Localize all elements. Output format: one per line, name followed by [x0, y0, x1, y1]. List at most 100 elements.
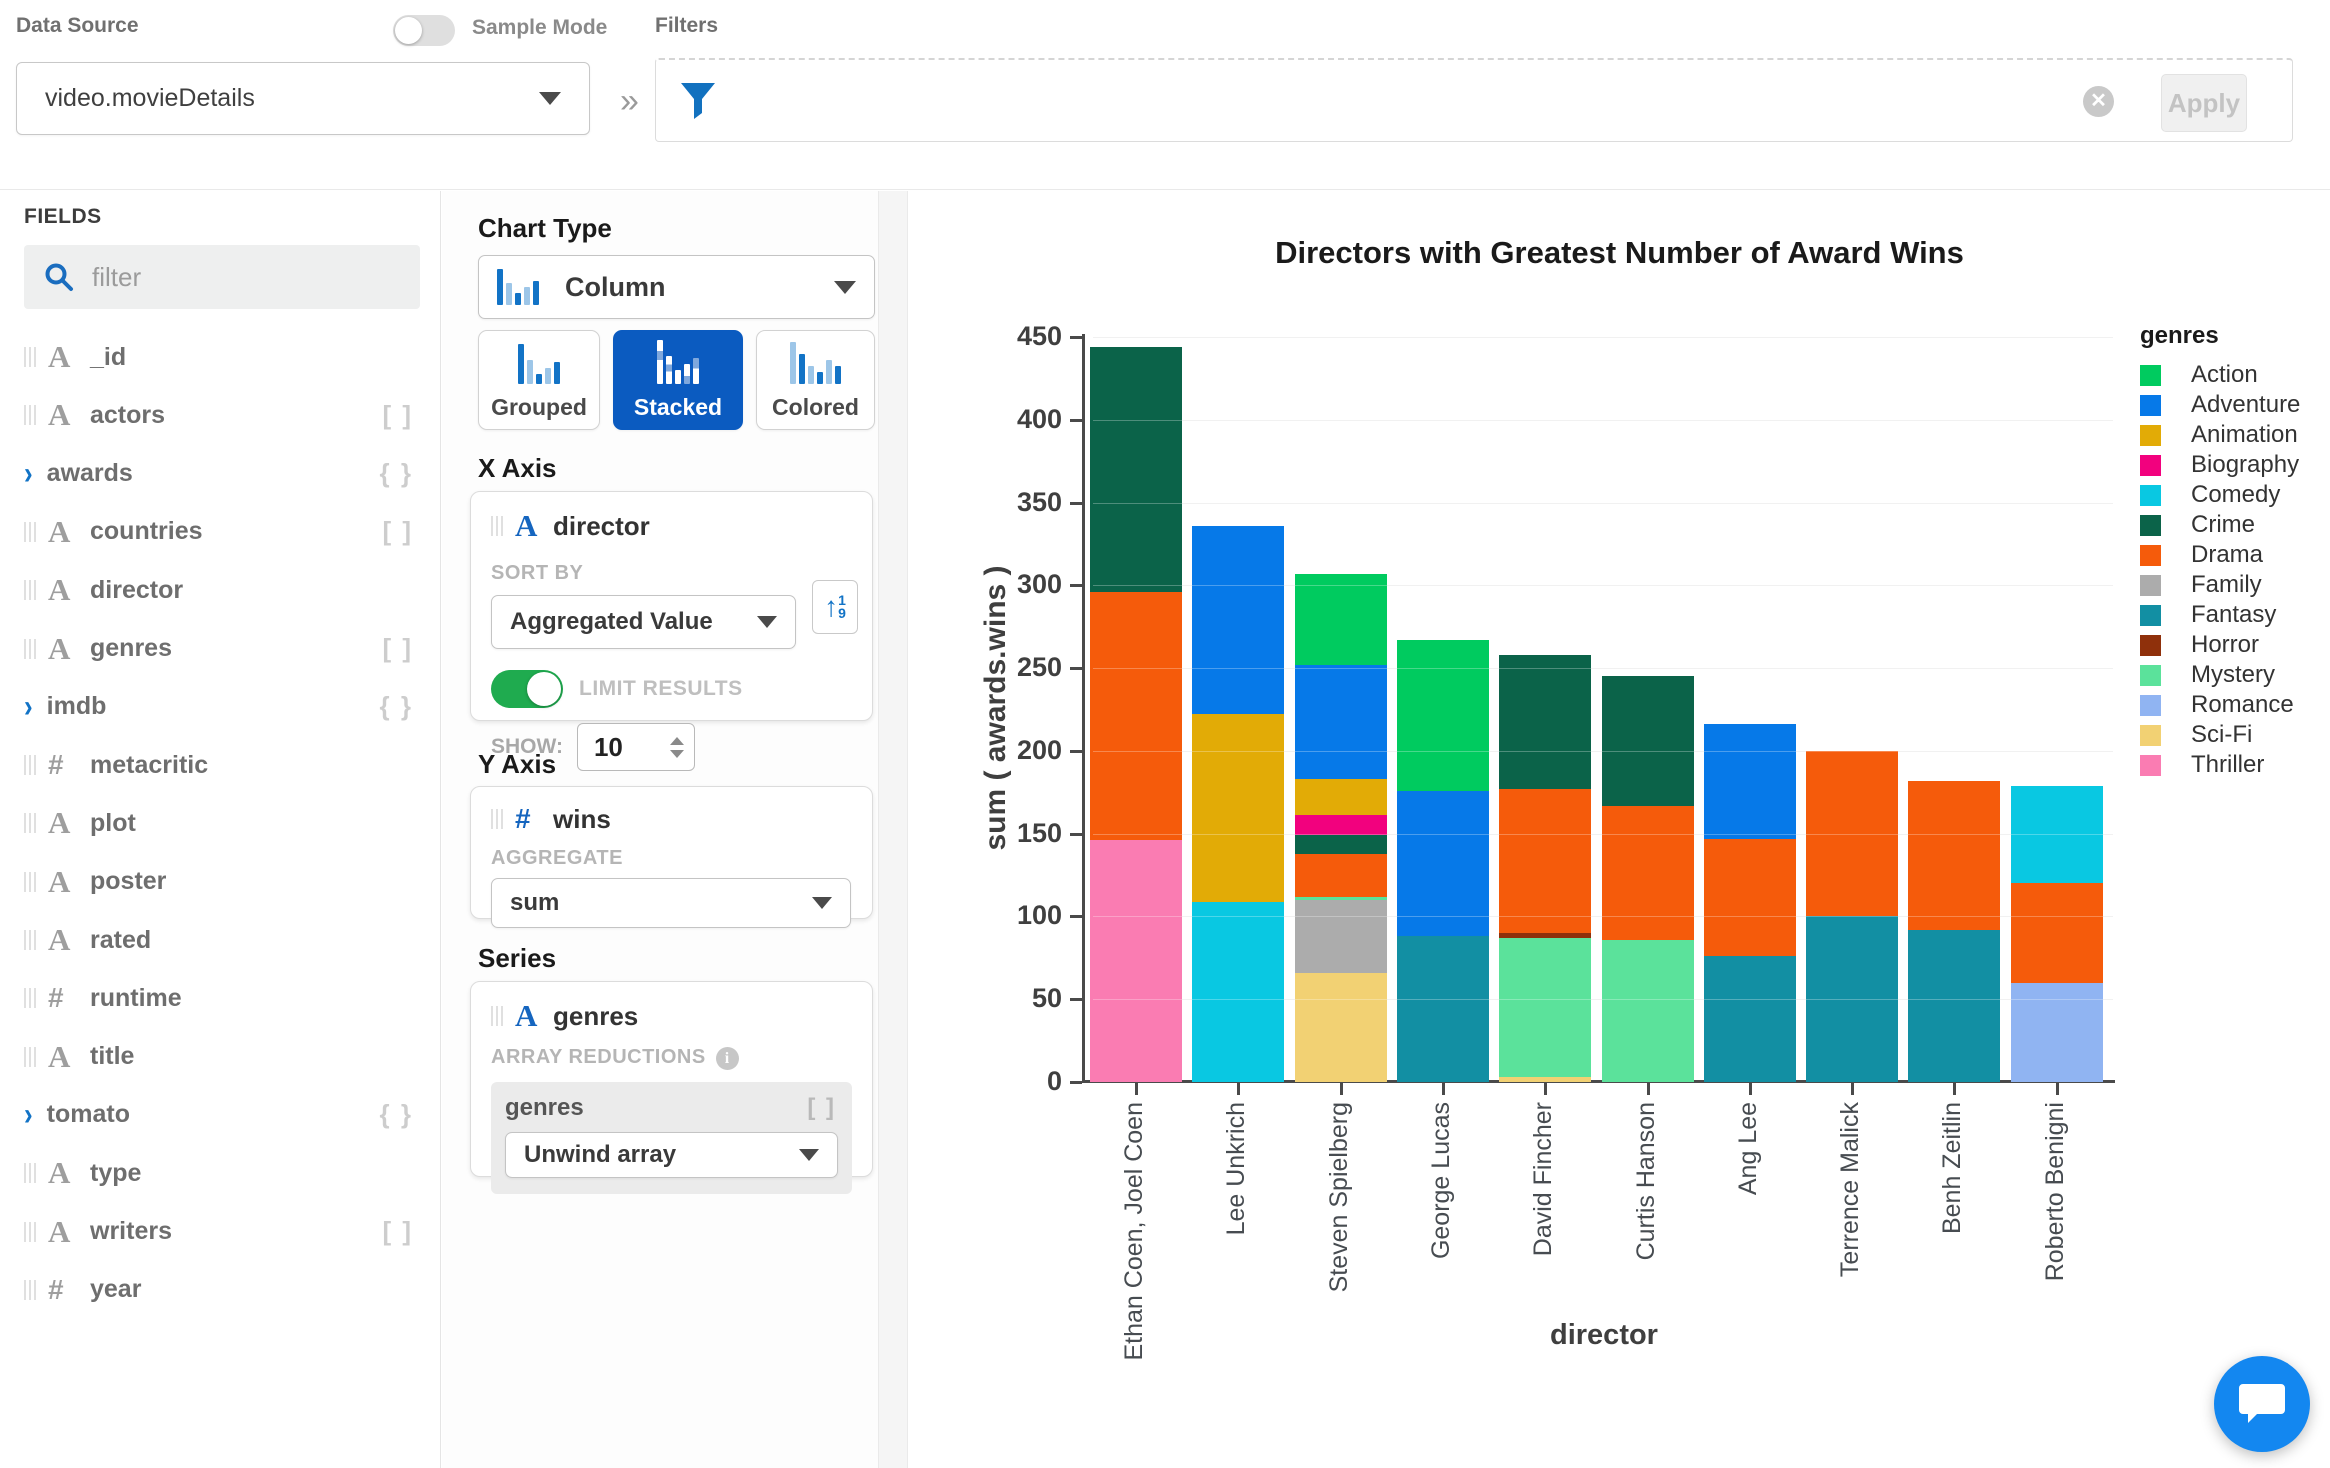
legend-item-Fantasy[interactable]: Fantasy — [2140, 600, 2300, 630]
expand-chevron-icon[interactable]: › — [24, 1096, 33, 1133]
drag-handle-icon[interactable] — [24, 872, 36, 892]
legend-item-Horror[interactable]: Horror — [2140, 630, 2300, 660]
field-row-imdb[interactable]: ›imdb{ } — [0, 678, 441, 736]
bar-segment-Fantasy[interactable] — [1397, 936, 1489, 1082]
bar-segment-Adventure[interactable] — [1295, 665, 1387, 779]
panel-scrollbar[interactable] — [878, 191, 908, 1468]
limit-results-toggle[interactable] — [491, 670, 563, 708]
bar-segment-Crime[interactable] — [1295, 835, 1387, 853]
clear-filters-close-icon[interactable]: ✕ — [2083, 86, 2114, 117]
field-row-type[interactable]: Atype — [0, 1144, 441, 1202]
field-row-awards[interactable]: ›awards{ } — [0, 445, 441, 503]
bar-Roberto Benigni[interactable] — [2011, 786, 2103, 1082]
bar-segment-Drama[interactable] — [1295, 854, 1387, 897]
legend-item-Romance[interactable]: Romance — [2140, 690, 2300, 720]
field-row-_id[interactable]: A_id — [0, 328, 441, 386]
filters-input-area[interactable]: ✕ Apply — [655, 58, 2293, 142]
variant-button-grouped[interactable]: Grouped — [478, 330, 600, 430]
legend-item-Comedy[interactable]: Comedy — [2140, 480, 2300, 510]
bar-segment-Family[interactable] — [1295, 900, 1387, 973]
bar-segment-Biography[interactable] — [1295, 815, 1387, 835]
bar-segment-Drama[interactable] — [1908, 781, 2000, 930]
expand-chevron-icon[interactable]: › — [24, 688, 33, 725]
series-field[interactable]: A genres — [491, 998, 852, 1034]
y-axis-field[interactable]: # wins — [491, 803, 852, 835]
legend-item-Crime[interactable]: Crime — [2140, 510, 2300, 540]
bar-segment-Comedy[interactable] — [1192, 902, 1284, 1082]
field-row-runtime[interactable]: #runtime — [0, 969, 441, 1027]
field-row-tomato[interactable]: ›tomato{ } — [0, 1086, 441, 1144]
field-row-year[interactable]: #year — [0, 1261, 441, 1319]
field-filter-input[interactable] — [92, 262, 372, 293]
drag-handle-icon[interactable] — [24, 347, 36, 367]
bar-Benh Zeitlin[interactable] — [1908, 781, 2000, 1082]
bar-segment-Thriller[interactable] — [1090, 840, 1182, 1082]
reduction-select[interactable]: Unwind array — [505, 1132, 838, 1178]
bar-segment-Action[interactable] — [1397, 640, 1489, 791]
legend-item-Action[interactable]: Action — [2140, 360, 2300, 390]
bar-segment-Action[interactable] — [1295, 574, 1387, 665]
bar-segment-Animation[interactable] — [1295, 779, 1387, 815]
data-source-select[interactable]: video.movieDetails — [16, 62, 590, 135]
legend-item-Sci-Fi[interactable]: Sci-Fi — [2140, 720, 2300, 750]
bar-segment-Fantasy[interactable] — [1704, 956, 1796, 1082]
drag-handle-icon[interactable] — [24, 580, 36, 600]
drag-handle-icon[interactable] — [24, 405, 36, 425]
legend-item-Biography[interactable]: Biography — [2140, 450, 2300, 480]
drag-handle-icon[interactable] — [491, 809, 503, 829]
bar-George Lucas[interactable] — [1397, 640, 1489, 1082]
bar-segment-Mystery[interactable] — [1499, 938, 1591, 1077]
bar-Ethan Coen, Joel Coen[interactable] — [1090, 347, 1182, 1082]
bar-segment-Drama[interactable] — [2011, 883, 2103, 982]
bar-segment-Adventure[interactable] — [1192, 526, 1284, 715]
drag-handle-icon[interactable] — [24, 1163, 36, 1183]
bar-Curtis Hanson[interactable] — [1602, 676, 1694, 1082]
bar-segment-Fantasy[interactable] — [1908, 930, 2000, 1082]
drag-handle-icon[interactable] — [491, 1006, 503, 1026]
bar-David Fincher[interactable] — [1499, 655, 1591, 1082]
stepper-arrows-icon[interactable] — [670, 737, 684, 758]
bar-segment-Mystery[interactable] — [1602, 940, 1694, 1082]
bar-segment-Drama[interactable] — [1704, 839, 1796, 957]
legend-item-Thriller[interactable]: Thriller — [2140, 750, 2300, 780]
bar-segment-Animation[interactable] — [1192, 714, 1284, 901]
field-row-metacritic[interactable]: #metacritic — [0, 736, 441, 794]
field-row-countries[interactable]: Acountries[ ] — [0, 503, 441, 561]
sort-by-select[interactable]: Aggregated Value — [491, 595, 796, 649]
field-row-plot[interactable]: Aplot — [0, 794, 441, 852]
drag-handle-icon[interactable] — [24, 1047, 36, 1067]
variant-button-stacked[interactable]: Stacked — [613, 330, 743, 430]
field-row-title[interactable]: Atitle — [0, 1028, 441, 1086]
info-icon[interactable]: i — [716, 1047, 739, 1070]
drag-handle-icon[interactable] — [24, 1280, 36, 1300]
drag-handle-icon[interactable] — [24, 522, 36, 542]
bar-segment-Drama[interactable] — [1602, 806, 1694, 940]
legend-item-Mystery[interactable]: Mystery — [2140, 660, 2300, 690]
intercom-launcher[interactable] — [2214, 1356, 2310, 1452]
aggregate-select[interactable]: sum — [491, 878, 851, 928]
variant-button-colored[interactable]: Colored — [756, 330, 875, 430]
field-row-actors[interactable]: Aactors[ ] — [0, 386, 441, 444]
drag-handle-icon[interactable] — [24, 930, 36, 950]
field-row-genres[interactable]: Agenres[ ] — [0, 620, 441, 678]
bar-segment-Sci-Fi[interactable] — [1295, 973, 1387, 1082]
bar-segment-Drama[interactable] — [1499, 789, 1591, 933]
bar-segment-Adventure[interactable] — [1704, 724, 1796, 838]
legend-item-Adventure[interactable]: Adventure — [2140, 390, 2300, 420]
legend-item-Family[interactable]: Family — [2140, 570, 2300, 600]
apply-button[interactable]: Apply — [2161, 74, 2247, 132]
legend-item-Drama[interactable]: Drama — [2140, 540, 2300, 570]
field-row-writers[interactable]: Awriters[ ] — [0, 1203, 441, 1261]
bar-segment-Romance[interactable] — [2011, 983, 2103, 1082]
sample-mode-toggle[interactable] — [393, 15, 455, 46]
bar-segment-Adventure[interactable] — [1397, 791, 1489, 937]
drag-handle-icon[interactable] — [24, 1222, 36, 1242]
bar-Steven Spielberg[interactable] — [1295, 574, 1387, 1082]
drag-handle-icon[interactable] — [491, 516, 503, 536]
x-axis-field[interactable]: A director — [491, 508, 852, 544]
drag-handle-icon[interactable] — [24, 988, 36, 1008]
bar-segment-Crime[interactable] — [1602, 676, 1694, 805]
drag-handle-icon[interactable] — [24, 639, 36, 659]
legend-item-Animation[interactable]: Animation — [2140, 420, 2300, 450]
bar-Ang Lee[interactable] — [1704, 724, 1796, 1082]
